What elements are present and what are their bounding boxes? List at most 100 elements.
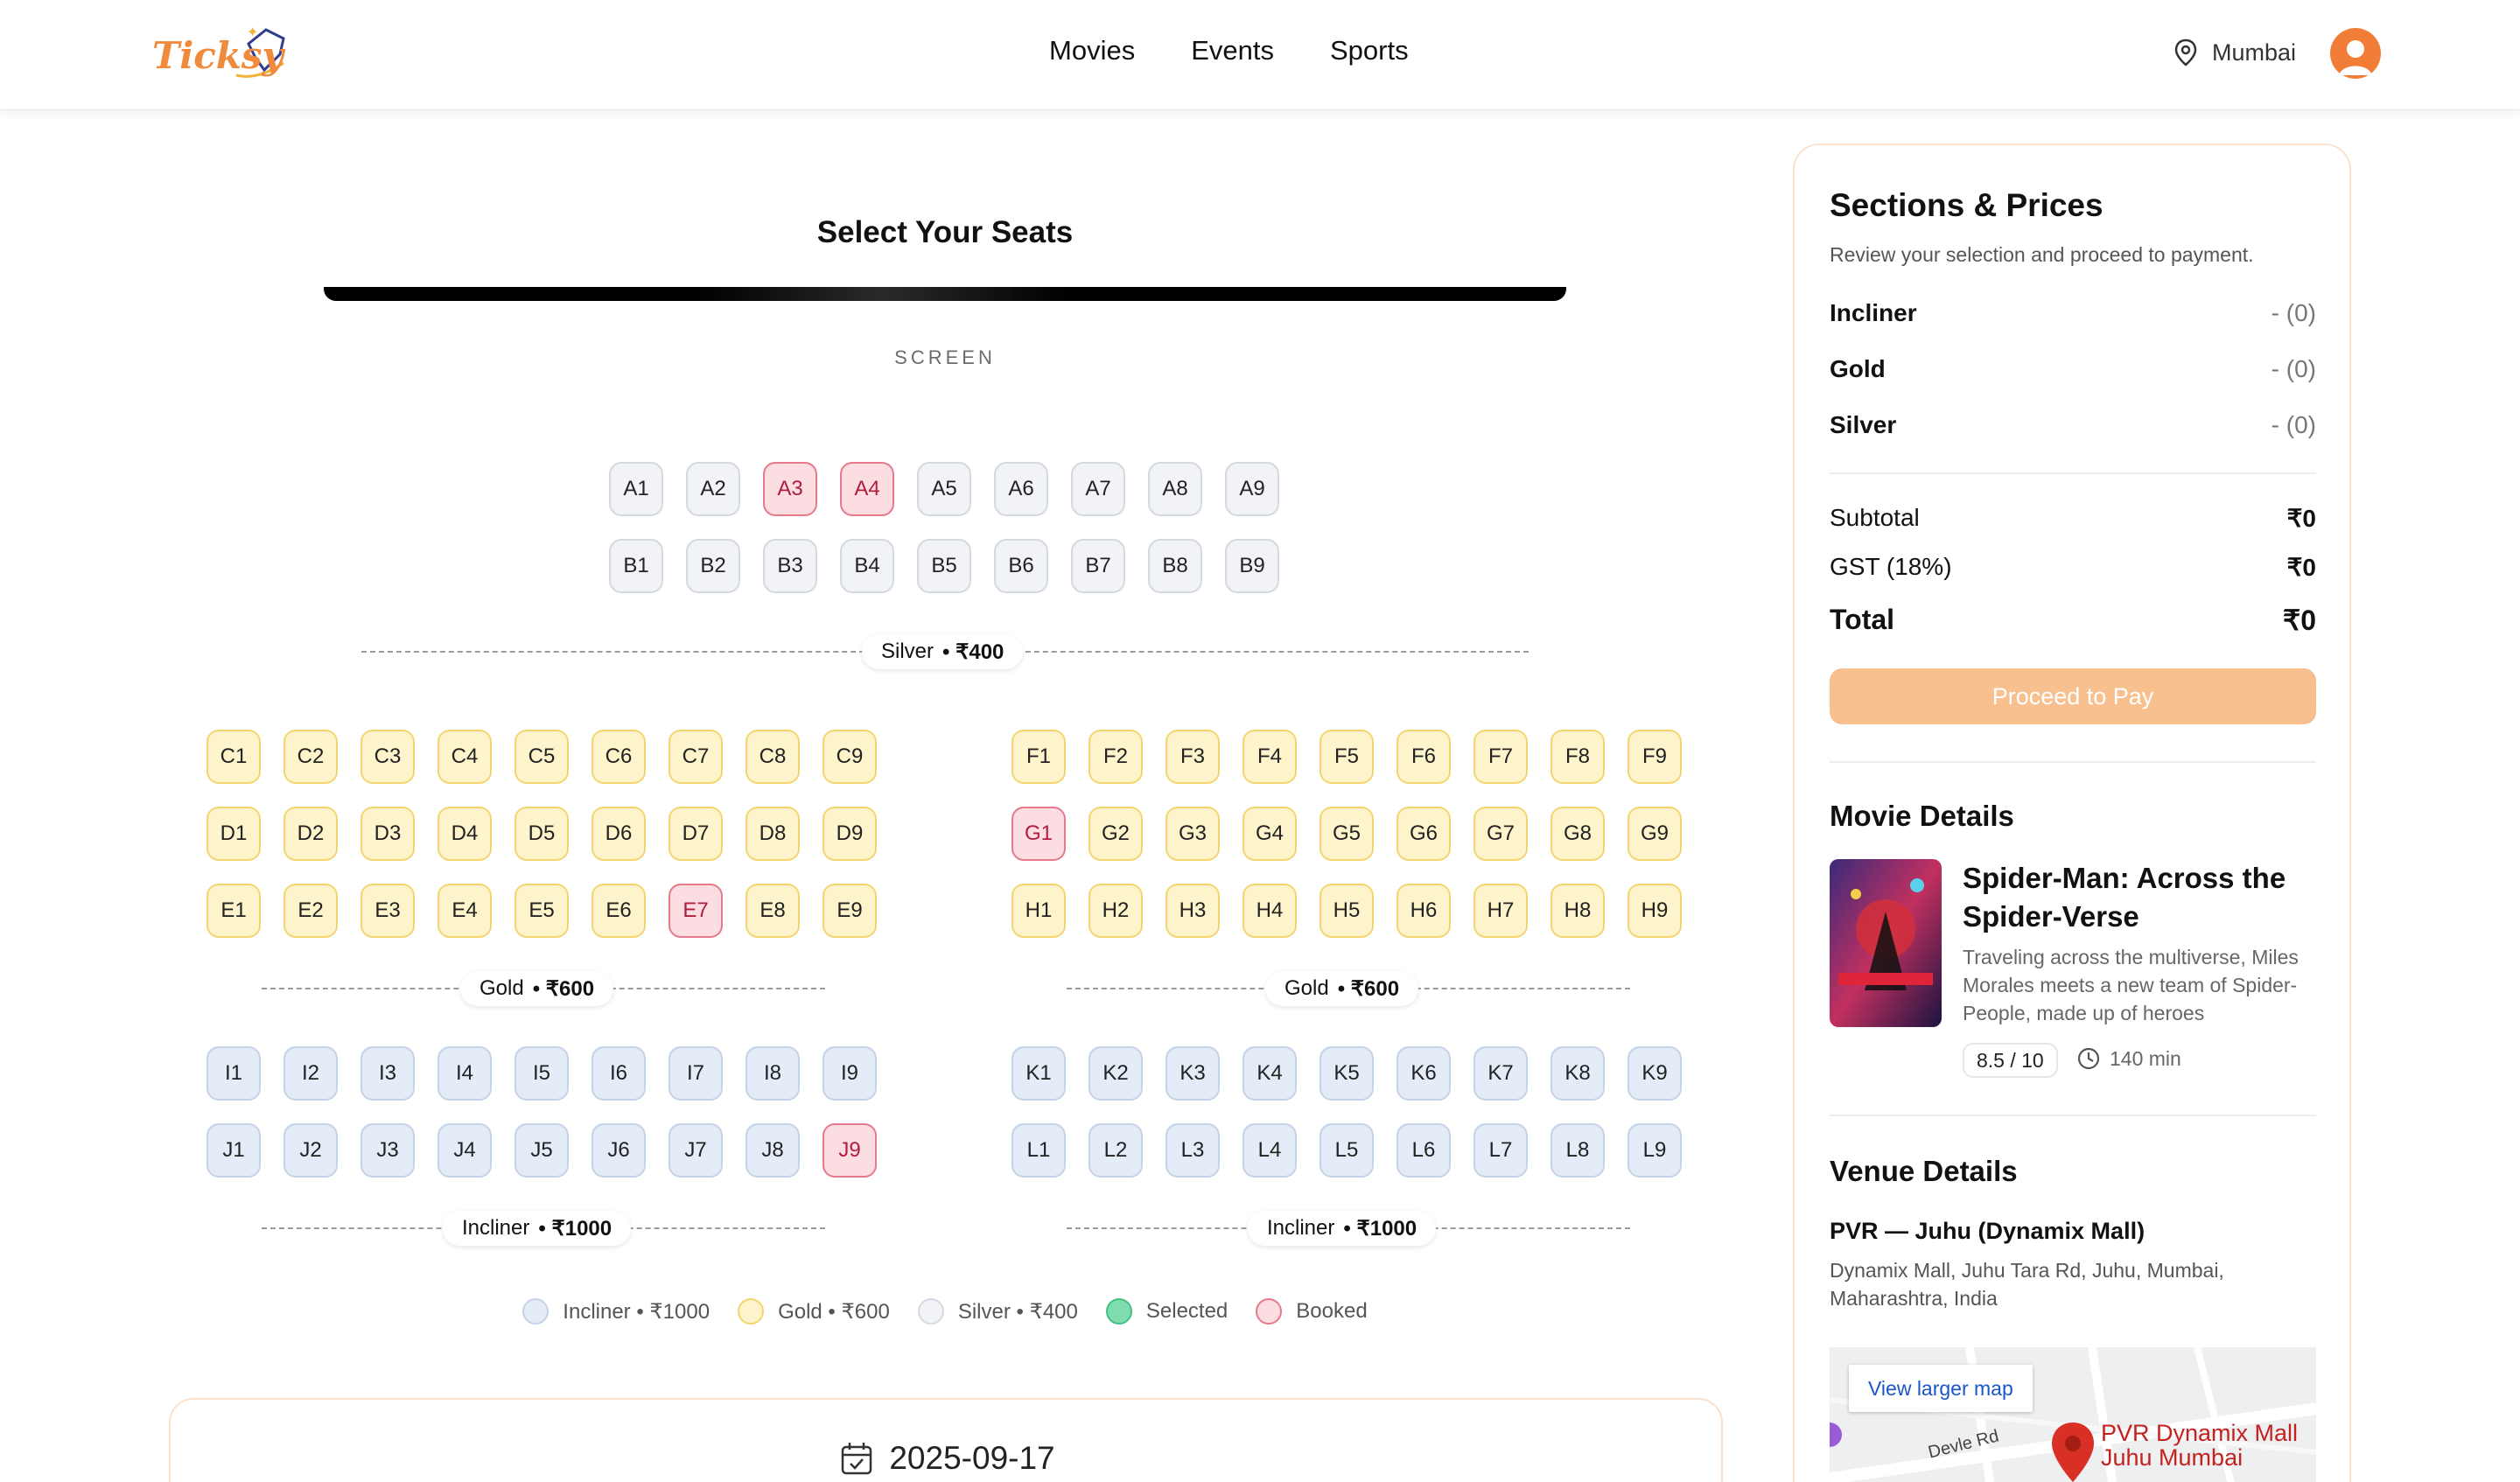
seat-B8[interactable]: B8 (1148, 539, 1202, 593)
seat-H3[interactable]: H3 (1166, 884, 1220, 938)
seat-G5[interactable]: G5 (1320, 807, 1374, 861)
seat-B6[interactable]: B6 (994, 539, 1048, 593)
seat-E9[interactable]: E9 (822, 884, 877, 938)
seat-C8[interactable]: C8 (746, 730, 800, 784)
seat-G4[interactable]: G4 (1242, 807, 1297, 861)
seat-F5[interactable]: F5 (1320, 730, 1374, 784)
seat-C5[interactable]: C5 (514, 730, 569, 784)
seat-A1[interactable]: A1 (609, 462, 663, 516)
proceed-to-pay-button[interactable]: Proceed to Pay (1830, 668, 2316, 724)
seat-C9[interactable]: C9 (822, 730, 877, 784)
seat-A9[interactable]: A9 (1225, 462, 1279, 516)
seat-F8[interactable]: F8 (1550, 730, 1605, 784)
seat-I4[interactable]: I4 (438, 1046, 492, 1101)
seat-H5[interactable]: H5 (1320, 884, 1374, 938)
seat-H1[interactable]: H1 (1012, 884, 1066, 938)
seat-G7[interactable]: G7 (1474, 807, 1528, 861)
seat-H7[interactable]: H7 (1474, 884, 1528, 938)
seat-I6[interactable]: I6 (592, 1046, 646, 1101)
seat-J2[interactable]: J2 (284, 1123, 338, 1178)
seat-K4[interactable]: K4 (1242, 1046, 1297, 1101)
seat-L8[interactable]: L8 (1550, 1123, 1605, 1178)
seat-C2[interactable]: C2 (284, 730, 338, 784)
seat-L2[interactable]: L2 (1088, 1123, 1143, 1178)
seat-J3[interactable]: J3 (360, 1123, 415, 1178)
seat-L5[interactable]: L5 (1320, 1123, 1374, 1178)
seat-K7[interactable]: K7 (1474, 1046, 1528, 1101)
seat-J8[interactable]: J8 (746, 1123, 800, 1178)
seat-E8[interactable]: E8 (746, 884, 800, 938)
seat-E4[interactable]: E4 (438, 884, 492, 938)
seat-I1[interactable]: I1 (206, 1046, 261, 1101)
seat-D4[interactable]: D4 (438, 807, 492, 861)
seat-F2[interactable]: F2 (1088, 730, 1143, 784)
seat-A2[interactable]: A2 (686, 462, 740, 516)
seat-A5[interactable]: A5 (917, 462, 971, 516)
user-avatar[interactable] (2330, 28, 2381, 79)
seat-D8[interactable]: D8 (746, 807, 800, 861)
nav-movies[interactable]: Movies (1049, 35, 1135, 66)
seat-D7[interactable]: D7 (668, 807, 723, 861)
seat-E5[interactable]: E5 (514, 884, 569, 938)
seat-C7[interactable]: C7 (668, 730, 723, 784)
nav-events[interactable]: Events (1191, 35, 1274, 66)
seat-K8[interactable]: K8 (1550, 1046, 1605, 1101)
seat-B2[interactable]: B2 (686, 539, 740, 593)
seat-B4[interactable]: B4 (840, 539, 894, 593)
seat-H9[interactable]: H9 (1628, 884, 1682, 938)
seat-B3[interactable]: B3 (763, 539, 817, 593)
seat-D1[interactable]: D1 (206, 807, 261, 861)
seat-G8[interactable]: G8 (1550, 807, 1605, 861)
seat-F9[interactable]: F9 (1628, 730, 1682, 784)
seat-F4[interactable]: F4 (1242, 730, 1297, 784)
seat-C3[interactable]: C3 (360, 730, 415, 784)
seat-J7[interactable]: J7 (668, 1123, 723, 1178)
seat-I8[interactable]: I8 (746, 1046, 800, 1101)
seat-I7[interactable]: I7 (668, 1046, 723, 1101)
seat-L9[interactable]: L9 (1628, 1123, 1682, 1178)
seat-H4[interactable]: H4 (1242, 884, 1297, 938)
seat-K5[interactable]: K5 (1320, 1046, 1374, 1101)
seat-B7[interactable]: B7 (1071, 539, 1125, 593)
seat-D3[interactable]: D3 (360, 807, 415, 861)
seat-L4[interactable]: L4 (1242, 1123, 1297, 1178)
seat-J5[interactable]: J5 (514, 1123, 569, 1178)
seat-H6[interactable]: H6 (1396, 884, 1451, 938)
seat-L1[interactable]: L1 (1012, 1123, 1066, 1178)
seat-L7[interactable]: L7 (1474, 1123, 1528, 1178)
seat-K3[interactable]: K3 (1166, 1046, 1220, 1101)
seat-I3[interactable]: I3 (360, 1046, 415, 1101)
seat-K6[interactable]: K6 (1396, 1046, 1451, 1101)
seat-F6[interactable]: F6 (1396, 730, 1451, 784)
seat-A6[interactable]: A6 (994, 462, 1048, 516)
seat-K2[interactable]: K2 (1088, 1046, 1143, 1101)
seat-H2[interactable]: H2 (1088, 884, 1143, 938)
seat-G2[interactable]: G2 (1088, 807, 1143, 861)
seat-I5[interactable]: I5 (514, 1046, 569, 1101)
seat-J1[interactable]: J1 (206, 1123, 261, 1178)
seat-A7[interactable]: A7 (1071, 462, 1125, 516)
view-larger-map-link[interactable]: View larger map (1849, 1365, 2033, 1412)
seat-F7[interactable]: F7 (1474, 730, 1528, 784)
seat-B5[interactable]: B5 (917, 539, 971, 593)
seat-C6[interactable]: C6 (592, 730, 646, 784)
seat-D9[interactable]: D9 (822, 807, 877, 861)
seat-G6[interactable]: G6 (1396, 807, 1451, 861)
seat-I2[interactable]: I2 (284, 1046, 338, 1101)
seat-D5[interactable]: D5 (514, 807, 569, 861)
seat-J6[interactable]: J6 (592, 1123, 646, 1178)
seat-B1[interactable]: B1 (609, 539, 663, 593)
seat-H8[interactable]: H8 (1550, 884, 1605, 938)
seat-D6[interactable]: D6 (592, 807, 646, 861)
seat-E2[interactable]: E2 (284, 884, 338, 938)
venue-map[interactable]: View larger map Devle Rd PVR Dynamix Mal… (1830, 1347, 2316, 1482)
seat-A8[interactable]: A8 (1148, 462, 1202, 516)
seat-C4[interactable]: C4 (438, 730, 492, 784)
seat-E3[interactable]: E3 (360, 884, 415, 938)
seat-J4[interactable]: J4 (438, 1123, 492, 1178)
brand-logo[interactable]: ✦ Ticksy (152, 19, 292, 86)
seat-C1[interactable]: C1 (206, 730, 261, 784)
seat-F3[interactable]: F3 (1166, 730, 1220, 784)
seat-K9[interactable]: K9 (1628, 1046, 1682, 1101)
location-selector[interactable]: Mumbai (2174, 38, 2296, 66)
